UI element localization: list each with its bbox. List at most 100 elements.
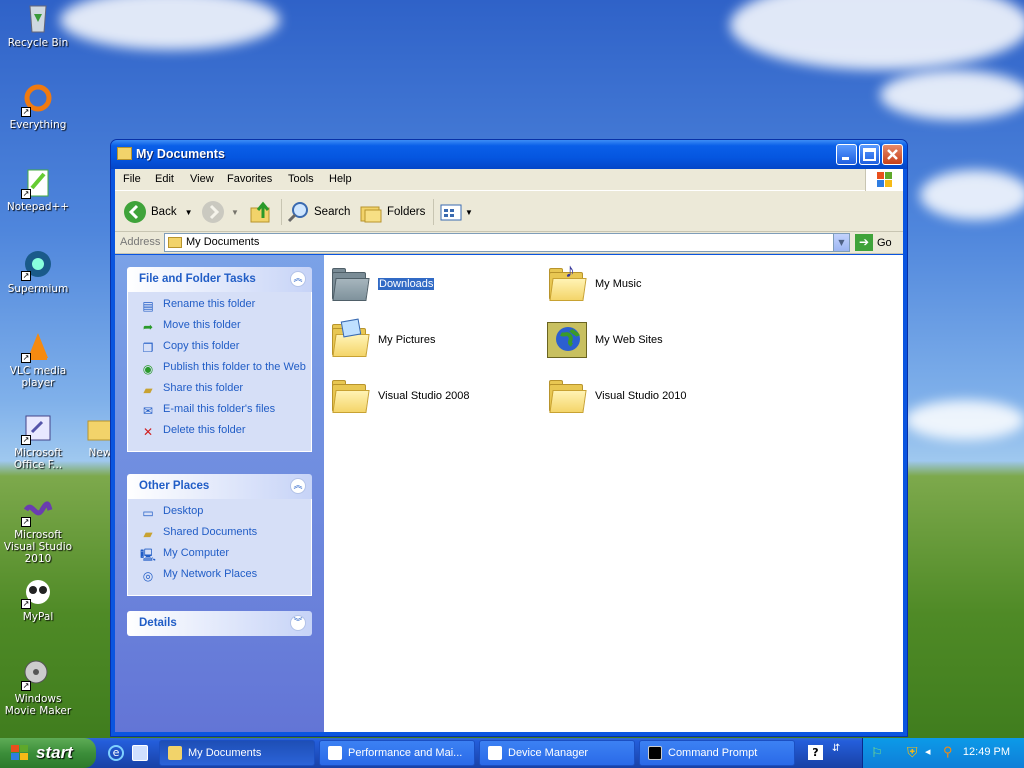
folder-icon <box>117 147 132 160</box>
expand-chevron-icon[interactable]: ︾ <box>290 615 306 631</box>
place-desktop[interactable]: ▭ Desktop <box>140 505 311 521</box>
menu-edit[interactable]: Edit <box>155 173 174 185</box>
place-label: My Network Places <box>163 568 258 580</box>
close-button[interactable] <box>882 144 903 165</box>
volume-icon[interactable]: ◂ <box>925 745 931 758</box>
folder-item-my-pictures[interactable]: My Pictures <box>330 318 435 360</box>
folder-item-visual-studio-2010[interactable]: Visual Studio 2010 <box>547 376 687 416</box>
show-desktop-icon[interactable] <box>132 745 148 761</box>
place-my-network-places[interactable]: ◎ My Network Places <box>140 568 311 584</box>
task-publish-folder[interactable]: ◉ Publish this folder to the Web <box>140 361 311 377</box>
desktop-icon-visual-studio[interactable]: ↗ Microsoft Visual Studio 2010 <box>0 494 76 565</box>
desktop-icon-everything[interactable]: ↗ Everything <box>0 84 76 131</box>
place-label: Shared Documents <box>163 526 258 538</box>
taskbar-item-label: Command Prompt <box>668 747 758 759</box>
task-email-files[interactable]: ✉ E-mail this folder's files <box>140 403 311 419</box>
desktop-icon-label: Microsoft Visual Studio 2010 <box>3 529 73 565</box>
rename-icon: ▤ <box>142 299 154 313</box>
address-field[interactable]: My Documents ▼ <box>164 233 850 252</box>
taskbar-item-my-documents[interactable]: My Documents <box>159 740 315 766</box>
clock[interactable]: 12:49 PM <box>963 746 1010 758</box>
email-icon: ✉ <box>142 404 154 418</box>
menu-help[interactable]: Help <box>329 173 352 185</box>
folders-button[interactable]: Folders <box>359 199 425 225</box>
forward-dropdown-icon[interactable]: ▼ <box>231 208 239 217</box>
go-button[interactable]: ➔ Go <box>855 233 892 252</box>
desktop-icon-label: Microsoft Office F... <box>13 447 63 471</box>
search-button[interactable]: Search <box>287 199 350 225</box>
menu-tools[interactable]: Tools <box>288 173 314 185</box>
desktop-icon-movie-maker[interactable]: ↗ Windows Movie Maker <box>0 658 76 717</box>
start-button[interactable]: start <box>0 738 96 768</box>
panel-body: ▤ Rename this folder ➦ Move this folder ❐ C… <box>127 292 312 452</box>
internet-explorer-icon[interactable]: e <box>108 745 124 761</box>
menu-favorites[interactable]: Favorites <box>227 173 272 185</box>
start-label: start <box>36 743 73 762</box>
command-prompt-icon <box>648 746 662 760</box>
task-rename-folder[interactable]: ▤ Rename this folder <box>140 298 311 314</box>
menu-view[interactable]: View <box>190 173 214 185</box>
taskbar-item-device-manager[interactable]: Device Manager <box>479 740 635 766</box>
folder-item-visual-studio-2008[interactable]: Visual Studio 2008 <box>330 376 470 416</box>
panel-header[interactable]: File and Folder Tasks ︽ <box>127 267 312 292</box>
desktop-icon-recycle-bin[interactable]: Recycle Bin <box>0 2 76 49</box>
help-icon[interactable]: ? <box>808 745 823 760</box>
task-label: Move this folder <box>163 319 241 331</box>
back-button[interactable]: Back ▼ <box>123 199 193 225</box>
address-value: My Documents <box>186 236 260 248</box>
downloads-folder-icon <box>330 264 370 304</box>
toolbar-separator <box>281 199 282 225</box>
menu-bar: File Edit View Favorites Tools Help <box>115 169 903 191</box>
folder-item-downloads[interactable]: Downloads <box>330 264 435 304</box>
folder-label: Visual Studio 2008 <box>378 390 470 402</box>
desktop-icon-notepad-plus-plus[interactable]: ↗ Notepad++ <box>0 166 76 213</box>
security-shield-icon[interactable]: ⛨ <box>907 744 918 761</box>
taskbar-item-command-prompt[interactable]: Command Prompt <box>639 740 795 766</box>
back-dropdown-icon[interactable]: ▼ <box>185 208 193 217</box>
taskbar-item-performance[interactable]: Performance and Mai... <box>319 740 475 766</box>
network-tray-icon[interactable]: ⚐ <box>871 745 883 761</box>
desktop-icon-label: VLC media player <box>9 365 67 389</box>
folder-icon <box>168 746 182 760</box>
place-shared-documents[interactable]: ▰ Shared Documents <box>140 526 311 542</box>
panel-header[interactable]: Details ︾ <box>127 611 312 636</box>
desktop-icon: ▭ <box>142 506 154 520</box>
music-folder-icon: ♪ <box>547 260 587 304</box>
folder-item-my-web-sites[interactable]: My Web Sites <box>547 320 663 360</box>
views-button[interactable]: ▼ <box>439 199 473 225</box>
title-bar[interactable]: My Documents <box>111 140 907 169</box>
details-panel: Details ︾ <box>127 611 312 636</box>
desktop-icon-supermium[interactable]: ↗ Supermium <box>0 248 76 295</box>
vlc-icon: ↗ <box>21 330 54 363</box>
menu-file[interactable]: File <box>123 173 141 185</box>
up-folder-button[interactable] <box>249 199 273 225</box>
task-label: E-mail this folder's files <box>163 403 276 415</box>
desktop-icon-vlc[interactable]: ↗ VLC media player <box>0 330 76 389</box>
search-tray-icon[interactable]: ⚲ <box>943 744 953 760</box>
cloud <box>730 0 1024 70</box>
task-label: Rename this folder <box>163 298 256 310</box>
language-icon[interactable]: ⇵ <box>832 743 840 754</box>
notepad-plus-plus-icon: ↗ <box>21 166 54 199</box>
collapse-chevron-icon[interactable]: ︽ <box>290 271 306 287</box>
folder-label: Downloads <box>378 278 435 290</box>
task-delete-folder[interactable]: ✕ Delete this folder <box>140 424 311 440</box>
desktop-icon-mypal[interactable]: ↗ MyPal <box>0 576 76 623</box>
task-copy-folder[interactable]: ❐ Copy this folder <box>140 340 311 356</box>
forward-button[interactable]: ▼ <box>201 199 239 225</box>
folder-item-my-music[interactable]: ♪ My Music <box>547 260 641 304</box>
task-move-folder[interactable]: ➦ Move this folder <box>140 319 311 335</box>
task-share-folder[interactable]: ▰ Share this folder <box>140 382 311 398</box>
minimize-button[interactable] <box>836 144 857 165</box>
computer-icon: 🖳 <box>140 548 157 562</box>
place-my-computer[interactable]: 🖳 My Computer <box>140 547 311 563</box>
maximize-button[interactable] <box>859 144 880 165</box>
address-dropdown-button[interactable]: ▼ <box>833 234 849 251</box>
cloud <box>905 400 1024 440</box>
task-pane: File and Folder Tasks ︽ ▤ Rename this fol… <box>115 255 324 732</box>
views-dropdown-icon: ▼ <box>465 207 473 217</box>
movie-maker-icon: ↗ <box>21 658 54 691</box>
panel-header[interactable]: Other Places ︽ <box>127 474 312 499</box>
desktop-icon-label: Windows Movie Maker <box>4 693 72 717</box>
collapse-chevron-icon[interactable]: ︽ <box>290 478 306 494</box>
